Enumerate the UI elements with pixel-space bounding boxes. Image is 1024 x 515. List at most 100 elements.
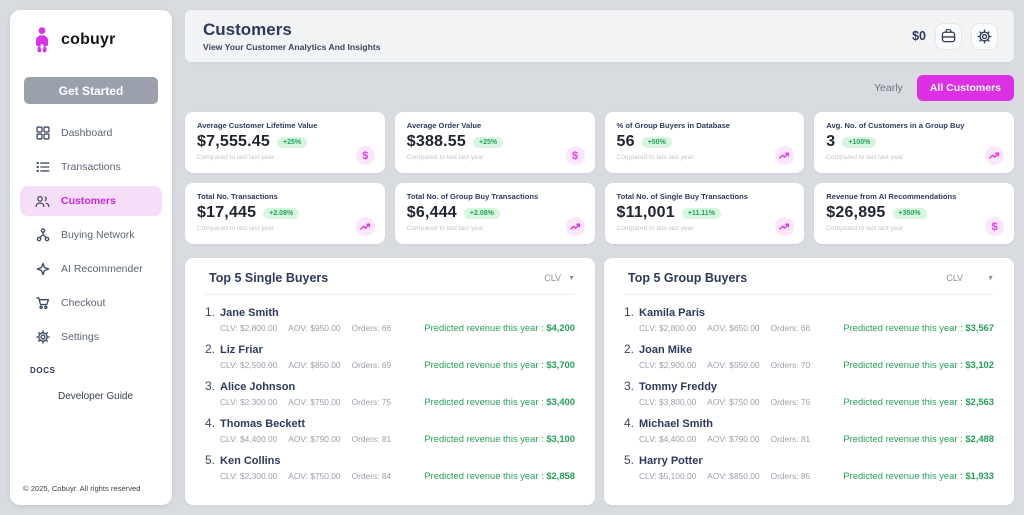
- buyer-clv: CLV: $4,400.00: [220, 434, 277, 444]
- stat-card-avg-customers-group-buy: Avg. No. of Customers in a Group Buy 3 +…: [814, 112, 1014, 173]
- buyer-clv: CLV: $2,800.00: [639, 323, 696, 333]
- all-customers-button[interactable]: All Customers: [917, 75, 1014, 101]
- buyer-rank: 2.: [205, 342, 215, 356]
- app-root: cobuyr Get Started Dashboard Transaction…: [0, 0, 1024, 515]
- stat-value: $7,555.45: [197, 133, 270, 151]
- predicted-revenue: Predicted revenue this year : $2,488: [843, 433, 994, 444]
- dollar-icon: $: [356, 146, 375, 165]
- stat-value: 3: [826, 133, 835, 151]
- period-select[interactable]: Yearly: [874, 82, 903, 94]
- buyer-clv: CLV: $2,500.00: [220, 360, 277, 370]
- page-header-titles: Customers View Your Customer Analytics A…: [185, 20, 380, 52]
- wallet-button[interactable]: [935, 23, 962, 50]
- sidebar-item-checkout[interactable]: Checkout: [20, 288, 162, 318]
- sidebar-item-label: Checkout: [61, 297, 105, 309]
- buyer-aov: AOV: $650.00: [707, 323, 759, 333]
- buyer-row: 4. Thomas Beckett CLV: $4,400.00 AOV: $7…: [205, 412, 575, 449]
- buyer-name: Alice Johnson: [220, 381, 295, 393]
- buyer-row: 1. Kamila Paris CLV: $2,800.00 AOV: $650…: [624, 301, 994, 338]
- docs-section-label: DOCS: [30, 366, 172, 375]
- transactions-list-icon: [35, 160, 50, 175]
- settings-button[interactable]: [971, 23, 998, 50]
- buyer-name: Joan Mike: [639, 344, 692, 356]
- stat-change-badge: +11.11%: [682, 208, 721, 219]
- predicted-revenue: Predicted revenue this year : $1,933: [843, 470, 994, 481]
- buyer-aov: AOV: $790.00: [707, 434, 759, 444]
- buyer-row: 4. Michael Smith CLV: $4,400.00 AOV: $79…: [624, 412, 994, 449]
- buyer-name: Kamila Paris: [639, 307, 705, 319]
- stat-note: Compared to last last year: [407, 225, 583, 232]
- buyer-name: Liz Friar: [220, 344, 263, 356]
- sidebar-item-customers[interactable]: Customers: [20, 186, 162, 216]
- buyer-clv: CLV: $3,800.00: [639, 397, 696, 407]
- trend-icon: [775, 217, 794, 236]
- page-header: Customers View Your Customer Analytics A…: [185, 10, 1014, 62]
- sidebar-item-developer-guide[interactable]: Developer Guide: [58, 391, 172, 402]
- buyer-name: Thomas Beckett: [220, 418, 305, 430]
- clv-sort-dropdown[interactable]: CLV ▼: [946, 273, 994, 283]
- stat-label: % of Group Buyers in Database: [617, 121, 793, 130]
- sidebar-item-ai-recommender[interactable]: AI Recommender: [20, 254, 162, 284]
- stat-card-single-buy-transactions: Total No. of Single Buy Transactions $11…: [605, 183, 805, 244]
- buyer-rank: 3.: [205, 379, 215, 393]
- gear-icon: [977, 29, 992, 44]
- sidebar-item-dashboard[interactable]: Dashboard: [20, 118, 162, 148]
- buyer-clv: CLV: $2,300.00: [220, 471, 277, 481]
- buyer-aov: AOV: $750.00: [288, 397, 340, 407]
- buyer-clv: CLV: $2.300.00: [220, 397, 277, 407]
- stat-card-group-buy-transactions: Total No. of Group Buy Transactions $6,4…: [395, 183, 595, 244]
- copyright-text: © 2025, Cobuyr. All rights reserved: [10, 484, 172, 505]
- buyer-row: 3. Alice Johnson CLV: $2.300.00 AOV: $75…: [205, 375, 575, 412]
- predicted-revenue: Predicted revenue this year : $3,400: [424, 396, 575, 407]
- buyer-rank: 4.: [624, 416, 634, 430]
- logo: cobuyr: [10, 10, 172, 53]
- stat-note: Compared to last last year: [826, 154, 1002, 161]
- top-single-buyers-panel: Top 5 Single Buyers CLV ▼ 1. Jane Smith …: [185, 258, 595, 505]
- stat-label: Average Customer Lifetime Value: [197, 121, 373, 130]
- clv-sort-dropdown[interactable]: CLV ▼: [544, 273, 575, 283]
- buyer-row: 3. Tommy Freddy CLV: $3,800.00 AOV: $750…: [624, 375, 994, 412]
- stat-card-ai-revenue: Revenue from AI Recommendations $26,895 …: [814, 183, 1014, 244]
- stat-label: Revenue from AI Recommendations: [826, 192, 1002, 201]
- stat-note: Compared to last last year: [826, 225, 1002, 232]
- stat-note: Compared to last last year: [407, 154, 583, 161]
- sidebar-item-settings[interactable]: Settings: [20, 322, 162, 352]
- page-subtitle: View Your Customer Analytics And Insight…: [203, 42, 380, 52]
- stat-value: $11,001: [617, 204, 675, 222]
- chevron-down-icon: ▼: [987, 275, 994, 282]
- buyer-aov: AOV: $850.00: [707, 471, 759, 481]
- buyer-rank: 5.: [624, 453, 634, 467]
- page-title: Customers: [203, 20, 380, 40]
- buyer-clv: CLV: $4,400.00: [639, 434, 696, 444]
- stat-label: Total No. of Group Buy Transactions: [407, 192, 583, 201]
- stat-value: $26,895: [826, 204, 885, 222]
- buyer-orders: Orders: 85: [771, 471, 811, 481]
- buyer-rank: 3.: [624, 379, 634, 393]
- sidebar-item-buying-network[interactable]: Buying Network: [20, 220, 162, 250]
- stat-change-badge: +25%: [473, 137, 503, 148]
- customers-people-icon: [35, 194, 50, 209]
- stat-card-group-buyers-pct: % of Group Buyers in Database 56 +50% Co…: [605, 112, 805, 173]
- buyer-name: Ken Collins: [220, 455, 281, 467]
- buyer-clv: CLV: $2,900.00: [639, 360, 696, 370]
- buyer-row: 1. Jane Smith CLV: $2,800.00 AOV: $950.0…: [205, 301, 575, 338]
- logo-text: cobuyr: [61, 31, 116, 49]
- buyer-rank: 5.: [205, 453, 215, 467]
- buyer-rank: 2.: [624, 342, 634, 356]
- top-group-buyers-panel: Top 5 Group Buyers CLV ▼ 1. Kamila Paris…: [604, 258, 1014, 505]
- buyer-orders: Orders: 70: [771, 360, 811, 370]
- stat-note: Compared to last last year: [617, 225, 793, 232]
- buyer-name: Tommy Freddy: [639, 381, 717, 393]
- stats-grid: Average Customer Lifetime Value $7,555.4…: [185, 112, 1014, 244]
- stat-value: $388.55: [407, 133, 466, 151]
- get-started-button[interactable]: Get Started: [24, 77, 158, 104]
- buyer-orders: Orders: 75: [352, 397, 392, 407]
- sidebar-item-label: Settings: [61, 331, 99, 343]
- stat-change-badge: +350%: [893, 208, 927, 219]
- stat-note: Compared to last last year: [197, 154, 373, 161]
- buyer-rank: 1.: [624, 305, 634, 319]
- sidebar-item-transactions[interactable]: Transactions: [20, 152, 162, 182]
- buyer-aov: AOV: $550.00: [707, 360, 759, 370]
- stat-note: Compared to last last year: [197, 225, 373, 232]
- trend-icon: [775, 146, 794, 165]
